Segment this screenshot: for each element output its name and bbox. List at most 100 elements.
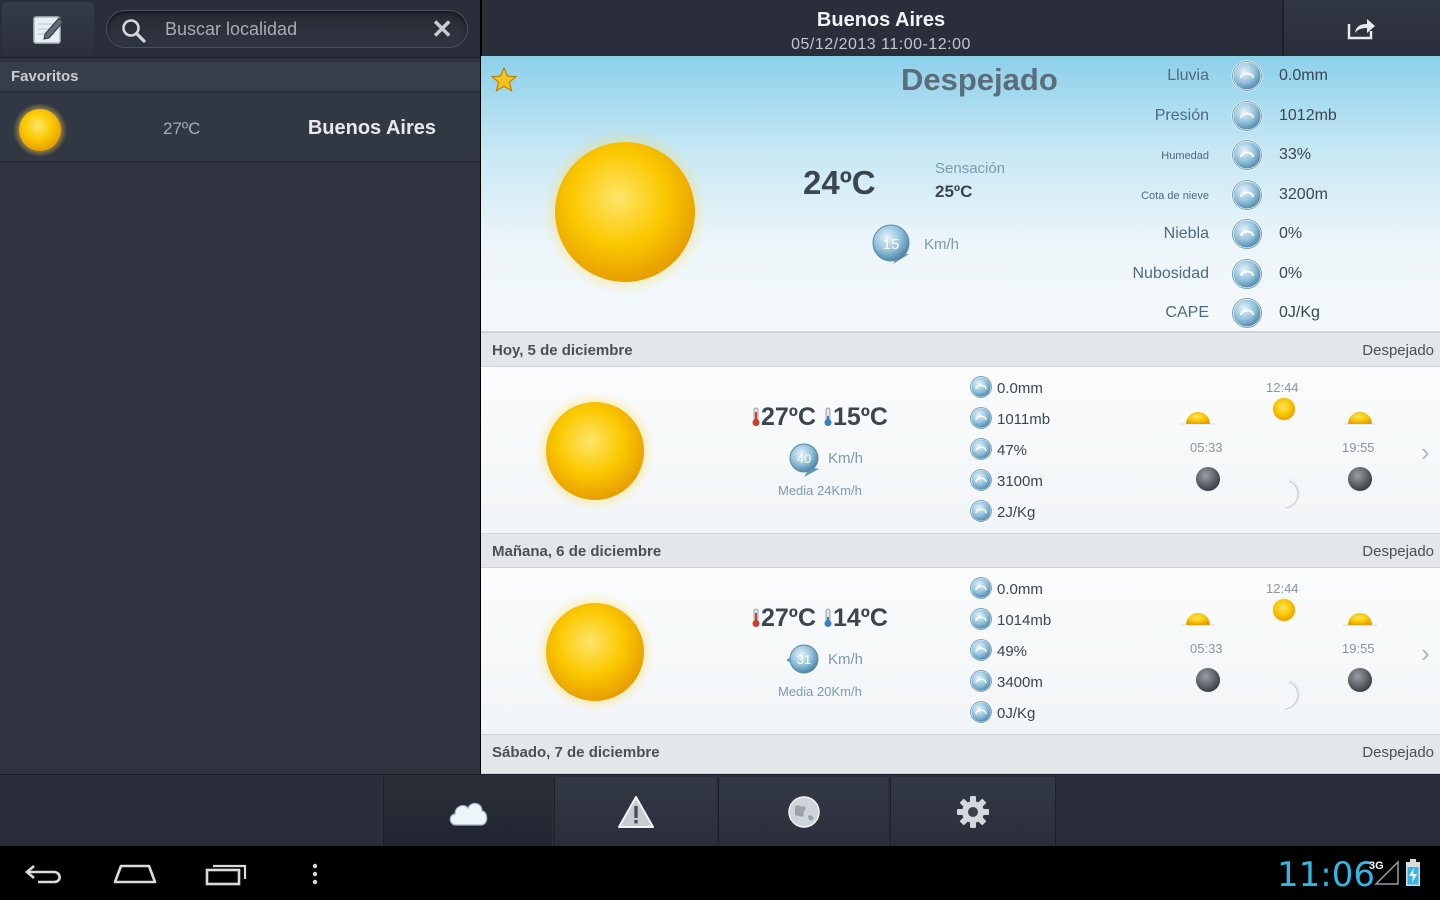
day-condition: Despejado: [1362, 342, 1434, 359]
chevron-right-icon[interactable]: ›: [1421, 437, 1430, 468]
param-value: 0J/Kg: [1279, 304, 1320, 321]
moonset-icon: [1348, 668, 1372, 692]
day-param-value: 1014mb: [997, 612, 1052, 629]
sunrise-time: 05:33: [1190, 641, 1223, 656]
fog-icon: [1231, 218, 1263, 250]
moon-phase-icon: [1284, 679, 1300, 710]
clear-search-icon[interactable]: ✕: [431, 16, 453, 42]
day-param-value: 1011mb: [997, 411, 1051, 428]
snowflake-icon: [1231, 179, 1263, 211]
cloud-cover-icon: [1231, 258, 1263, 290]
day-name: Mañana, 6 de diciembre: [492, 543, 662, 560]
wind-direction-icon: 40: [789, 443, 819, 477]
day-forecast-tomorrow[interactable]: 27ºC 14ºC 31 Km/h Media 20Km/h 0.0mm 1014mb 49…: [481, 568, 1440, 734]
recent-apps-icon[interactable]: [205, 862, 247, 886]
day-condition: Despejado: [1362, 543, 1434, 560]
day-param-value: 47%: [997, 442, 1028, 459]
search-input[interactable]: [165, 17, 415, 41]
location-title: Buenos Aires: [816, 9, 946, 31]
status-clock: 11:06: [1277, 855, 1375, 895]
day-param-value: 0.0mm: [997, 581, 1043, 598]
day-param-value: 49%: [997, 643, 1028, 660]
param-label: Cota de nieve: [1141, 190, 1209, 202]
param-label: Humedad: [1161, 150, 1209, 162]
thermometer-min-icon: [824, 608, 832, 627]
param-value: 0.0mm: [1279, 67, 1328, 84]
sunrise-icon: [1181, 613, 1215, 626]
day-forecast-today[interactable]: 27ºC 15ºC 40 Km/h Media 24Km/h 0.0mm 1011mb 47…: [481, 367, 1440, 533]
sun-icon: [13, 103, 67, 157]
tab-settings[interactable]: [890, 777, 1056, 847]
thermometer-max-icon: [752, 608, 760, 627]
noon-sun-icon: [1271, 597, 1297, 623]
day-condition: Despejado: [1362, 744, 1434, 761]
solar-noon-time: 12:44: [1266, 380, 1299, 395]
feels-like-value: 25ºC: [935, 182, 973, 201]
day-param-value: 3100m: [997, 473, 1043, 490]
current-condition: Despejado: [901, 62, 1058, 97]
current-param-row: Niebla 0%: [1101, 216, 1431, 252]
wind-direction-icon: 31: [786, 644, 819, 674]
current-param-row: CAPE 0J/Kg: [1101, 295, 1431, 331]
share-button[interactable]: [1282, 0, 1440, 56]
thermometer-max-icon: [752, 407, 760, 426]
day-min-temperature: 14ºC: [832, 604, 888, 632]
favorite-temperature: 27ºC: [163, 119, 201, 138]
day-temperature-range: 27ºC 14ºC: [751, 604, 888, 633]
param-label: Presión: [1154, 107, 1209, 124]
chevron-right-icon[interactable]: ›: [1421, 638, 1430, 669]
bottom-tab-bar: [0, 774, 1440, 847]
sunrise-icon: [1181, 412, 1215, 425]
day-header-saturday: Sábado, 7 de diciembre Despejado: [481, 734, 1440, 774]
battery-charging-icon: [1406, 859, 1420, 886]
day-wind-unit: Km/h: [828, 450, 864, 467]
sunset-icon: [1343, 412, 1377, 425]
thermometer-min-icon: [824, 407, 832, 426]
solar-noon-time: 12:44: [1266, 581, 1299, 596]
wind-unit: Km/h: [924, 236, 960, 253]
cape-icon: [969, 499, 993, 523]
home-icon[interactable]: [113, 862, 157, 886]
day-param-value: 0.0mm: [997, 380, 1043, 397]
left-toolbar: ✕: [0, 0, 480, 58]
favorite-star-icon[interactable]: [490, 66, 518, 94]
favorite-item-buenos-aires[interactable]: 27ºC Buenos Aires: [0, 94, 480, 162]
search-field[interactable]: ✕: [106, 10, 468, 48]
system-navigation-bar: 11:06 3G: [0, 846, 1440, 900]
day-param-value: 2J/Kg: [997, 504, 1036, 521]
day-header-tomorrow: Mañana, 6 de diciembre Despejado: [481, 533, 1440, 568]
edit-icon: [33, 16, 64, 44]
location-header: Buenos Aires 05/12/2013 11:00-12:00: [482, 0, 1440, 56]
tab-forecast[interactable]: [383, 777, 552, 847]
tab-alerts[interactable]: [554, 777, 716, 847]
back-icon[interactable]: [24, 862, 66, 886]
edit-favorites-button[interactable]: [2, 2, 94, 56]
favorite-city-name: Buenos Aires: [307, 117, 436, 139]
current-param-row: Cota de nieve 3200m: [1101, 177, 1431, 213]
snowflake-icon: [969, 468, 993, 492]
day-name: Hoy, 5 de diciembre: [492, 342, 633, 359]
search-icon: [122, 19, 146, 43]
day-wind-average: Media 20Km/h: [778, 684, 862, 699]
rain-gauge-icon: [969, 576, 993, 600]
param-value: 1012mb: [1279, 107, 1337, 124]
signal-icon: [1374, 860, 1399, 885]
day-max-temperature: 27ºC: [761, 403, 816, 431]
feels-like-label: Sensación: [935, 160, 1006, 177]
param-label: Niebla: [1163, 225, 1209, 242]
favorites-panel: ✕ Favoritos 27ºC Buenos Aires: [0, 0, 480, 774]
day-wind-unit: Km/h: [828, 651, 864, 668]
current-conditions: Despejado 24ºC Sensación 25ºC 15 Km/h Ll…: [481, 56, 1440, 332]
param-label: Lluvia: [1167, 67, 1209, 84]
gear-icon: [957, 796, 989, 828]
day-param-value: 3400m: [997, 674, 1043, 691]
sunset-time: 19:55: [1342, 641, 1375, 656]
rain-gauge-icon: [969, 375, 993, 399]
noon-sun-icon: [1271, 396, 1297, 422]
tab-map[interactable]: [718, 777, 888, 847]
globe-icon: [787, 796, 820, 828]
menu-icon[interactable]: [309, 862, 321, 886]
humidity-icon: [1231, 139, 1263, 171]
day-sun-icon: [536, 593, 654, 711]
pressure-icon: [969, 607, 993, 631]
